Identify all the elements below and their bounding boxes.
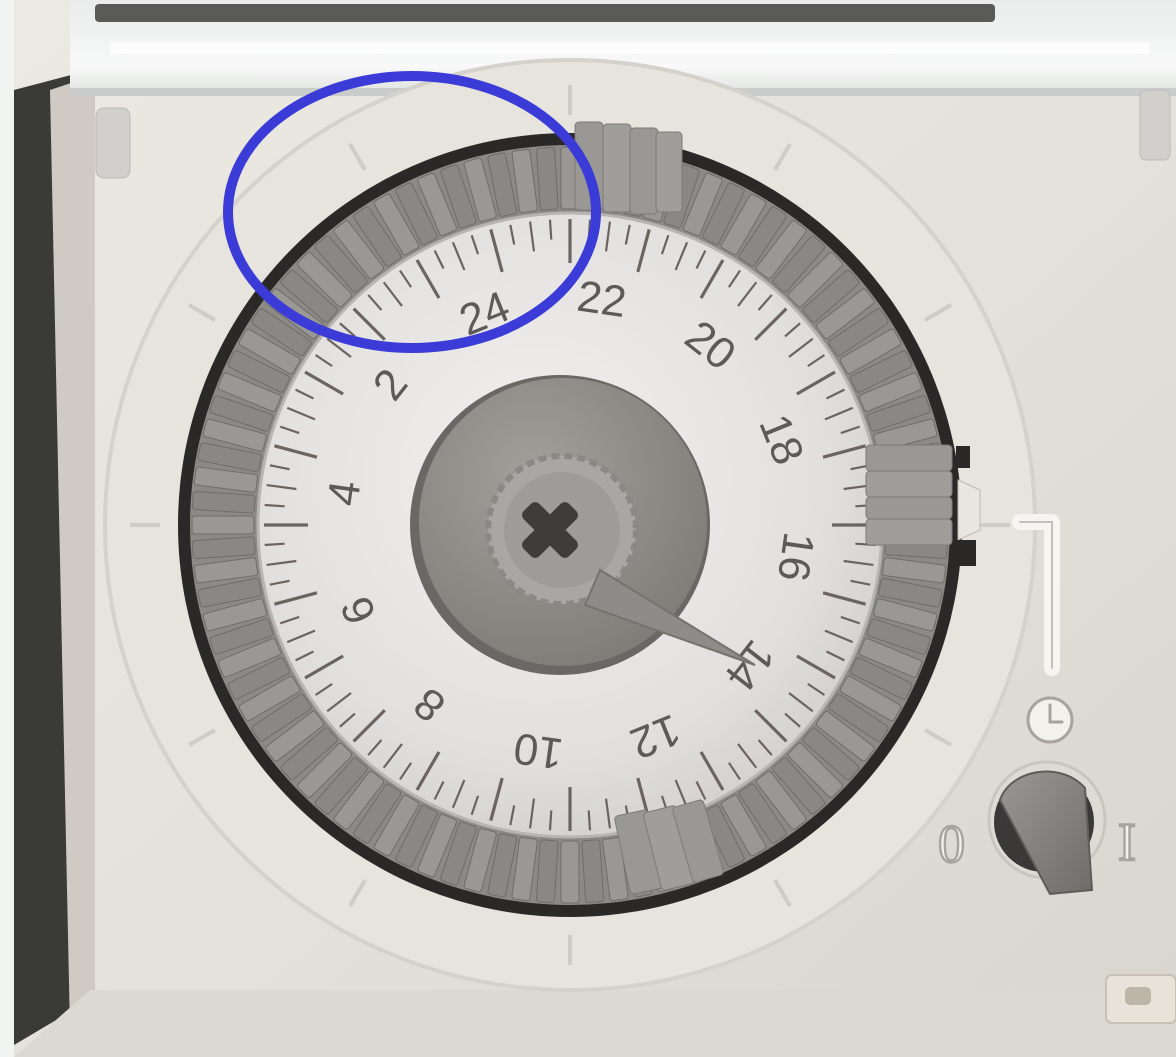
dial-tick [264, 542, 285, 547]
housing-bottom-ledge [14, 990, 1176, 1057]
switch-label-on: I [1118, 812, 1136, 872]
hour-label-16: 16 [768, 529, 823, 584]
dial-tick [548, 810, 553, 831]
dial-tick [587, 810, 592, 831]
cover-shine [110, 42, 1150, 54]
corner-latch-slot [1125, 987, 1151, 1005]
segment-tab [191, 515, 255, 535]
cover-top-dark-edge [95, 4, 995, 22]
hour-label-10: 10 [511, 723, 566, 778]
clock-icon [1026, 696, 1074, 744]
segment-tab [581, 839, 605, 904]
switch-label-off: 0 [938, 814, 965, 874]
hour-label-22: 22 [574, 272, 629, 327]
reference-dark-notch [956, 446, 970, 468]
segment-tab [560, 840, 580, 904]
segment-tab [191, 536, 256, 560]
segment-tab [191, 490, 256, 514]
pushed-segment-right [865, 444, 953, 546]
timer-photo: 246810 12141618202224 0 I [0, 0, 1176, 1057]
cover-clip-right [1139, 89, 1171, 161]
reference-dark-notch-2 [956, 540, 976, 566]
dial-tick [548, 219, 553, 240]
dial-tick [264, 503, 285, 508]
segment-tab [535, 839, 559, 904]
segment-tab [535, 146, 559, 211]
cover-clip-left [95, 107, 131, 179]
reference-marker [957, 479, 981, 541]
